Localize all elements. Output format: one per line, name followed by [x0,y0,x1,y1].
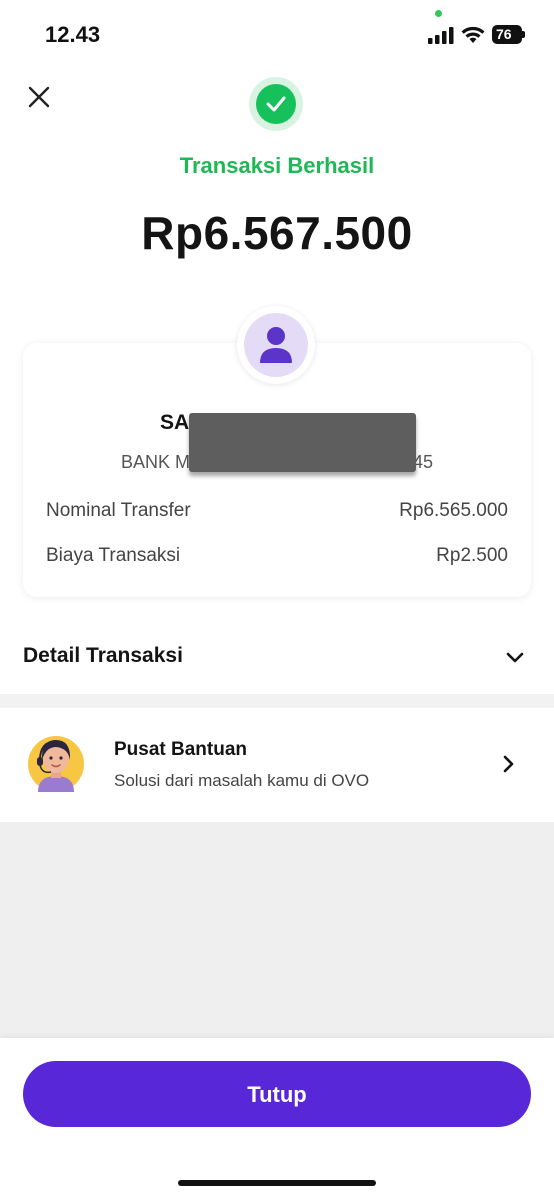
battery-level: 76 [492,25,522,44]
redaction-box [189,413,416,472]
transaction-detail-toggle[interactable]: Detail Transaksi [0,620,554,694]
help-center-item[interactable]: Pusat Bantuan Solusi dari masalah kamu d… [0,708,554,822]
section-divider [0,694,554,708]
transaction-detail-title: Detail Transaksi [23,644,183,667]
support-agent-icon [28,736,84,792]
wifi-icon [461,26,485,43]
recipient-bank-start: BANK M [121,452,191,472]
status-time: 12.43 [45,22,101,47]
close-button[interactable]: Tutup [23,1061,531,1127]
recipient-avatar [244,313,308,377]
battery-tip [522,31,525,38]
check-icon [256,84,296,124]
privacy-indicator-dot [435,10,442,17]
nominal-transfer-value: Rp6.565.000 [399,500,508,521]
transaction-fee-value: Rp2.500 [436,545,508,566]
cellular-signal-icon [428,27,454,44]
chevron-down-icon [506,652,524,663]
close-icon[interactable] [27,85,51,109]
home-indicator [178,1180,376,1186]
recipient-name: SA [160,411,190,434]
empty-background [0,822,554,1038]
transaction-status: Transaksi Berhasil [179,153,375,178]
transaction-fee-label: Biaya Transaksi [46,545,181,566]
chevron-right-icon [503,755,514,773]
total-amount: Rp6.567.500 [141,207,413,259]
help-center-title: Pusat Bantuan [114,739,248,760]
help-center-subtitle: Solusi dari masalah kamu di OVO [114,771,370,790]
person-icon [260,327,292,363]
nominal-transfer-label: Nominal Transfer [46,500,191,521]
status-bar: 12.43 76 [0,0,554,70]
